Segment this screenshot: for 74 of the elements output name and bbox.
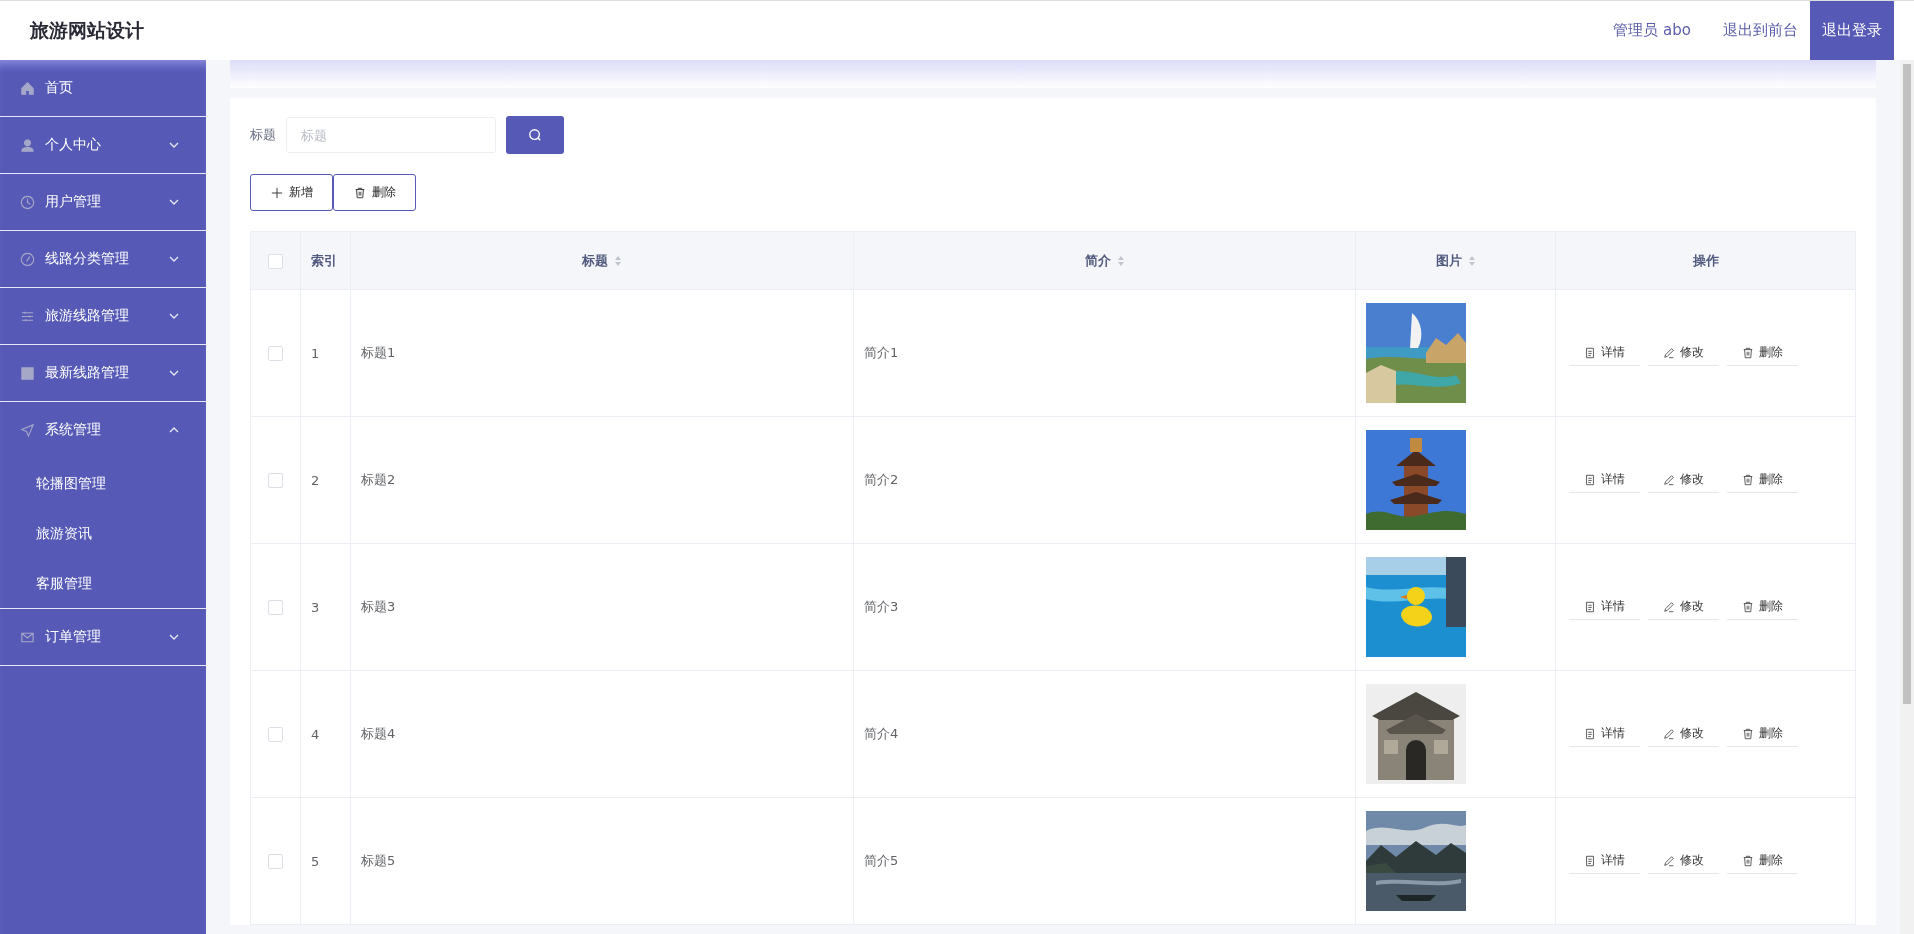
- table-cell: 2: [311, 472, 320, 488]
- menu-item[interactable]: 个人中心: [0, 117, 206, 173]
- trash-icon: [1742, 600, 1754, 613]
- clock-icon: [20, 194, 35, 210]
- row-checkbox[interactable]: [268, 473, 283, 488]
- doc-icon: [1584, 854, 1596, 867]
- sort-icon[interactable]: [1116, 254, 1125, 267]
- menu-item[interactable]: 旅游线路管理: [0, 288, 206, 344]
- trash-icon: [1742, 346, 1754, 359]
- table-cell: 标题3: [361, 599, 396, 614]
- table-cell: 简介4: [864, 726, 899, 741]
- doc-icon: [1584, 473, 1596, 486]
- trash-icon: [1742, 727, 1754, 740]
- row-checkbox[interactable]: [268, 854, 283, 869]
- column-header: 标题: [582, 251, 608, 270]
- table-cell: 1: [311, 345, 320, 361]
- table-cell: 5: [311, 853, 320, 869]
- add-button[interactable]: 新增: [250, 174, 333, 211]
- submenu-item[interactable]: 轮播图管理: [0, 458, 206, 508]
- header-link[interactable]: 退出登录: [1810, 1, 1894, 60]
- row-checkbox[interactable]: [268, 600, 283, 615]
- menu-item[interactable]: 线路分类管理: [0, 231, 206, 287]
- trash-icon: [353, 186, 366, 199]
- column-header: 操作: [1692, 251, 1719, 270]
- search-label: 标题: [250, 126, 276, 144]
- trash-icon: [1742, 854, 1754, 867]
- table-cell: 4: [311, 726, 320, 742]
- table-cell: 标题5: [361, 853, 396, 868]
- pencil-icon: [1663, 727, 1675, 740]
- header-link[interactable]: 退出到前台: [1711, 1, 1810, 60]
- row-checkbox[interactable]: [268, 727, 283, 742]
- delete-button[interactable]: 删除: [333, 174, 416, 211]
- doc-icon: [1584, 600, 1596, 613]
- search-field[interactable]: 标题: [286, 117, 496, 153]
- search-button[interactable]: [506, 116, 564, 154]
- menu-item[interactable]: 订单管理: [0, 609, 206, 665]
- menu-item[interactable]: 最新线路管理: [0, 345, 206, 401]
- scrollbar-thumb[interactable]: [1903, 64, 1911, 704]
- select-all-checkbox[interactable]: [268, 253, 283, 269]
- search-icon: [528, 128, 542, 142]
- sort-icon[interactable]: [1467, 254, 1476, 267]
- site-title: 旅游网站设计: [29, 17, 144, 43]
- table-cell: 标题2: [361, 472, 396, 487]
- send-icon: [20, 422, 35, 438]
- table-cell: 简介3: [864, 599, 899, 614]
- scrollbar[interactable]: [1900, 60, 1914, 934]
- menu-item[interactable]: 用户管理: [0, 174, 206, 230]
- menu-item[interactable]: 系统管理: [0, 402, 206, 458]
- admin-name: 管理员 abo: [1613, 21, 1691, 40]
- table-cell: 简介1: [864, 345, 899, 360]
- row-checkbox[interactable]: [268, 346, 283, 361]
- pencil-icon: [1663, 600, 1675, 613]
- column-header: 简介: [1084, 251, 1111, 270]
- submenu-item[interactable]: 旅游资讯: [0, 508, 206, 558]
- doc-icon: [1584, 346, 1596, 359]
- menu-item[interactable]: 首页: [0, 60, 206, 116]
- sort-icon[interactable]: [614, 254, 622, 267]
- table-cell: 简介5: [864, 853, 899, 868]
- compass-icon: [20, 251, 35, 267]
- column-header: 图片: [1435, 251, 1462, 270]
- user-icon: [20, 137, 35, 153]
- pencil-icon: [1663, 346, 1675, 359]
- table-cell: 标题4: [361, 726, 396, 741]
- table-cell: 标题1: [361, 345, 396, 360]
- pencil-icon: [1663, 473, 1675, 486]
- submenu-item[interactable]: 客服管理: [0, 558, 206, 608]
- home-icon: [20, 80, 35, 96]
- plus-icon: [270, 186, 283, 199]
- table-cell: 简介2: [864, 472, 899, 487]
- table-cell: 3: [311, 599, 320, 615]
- trash-icon: [1742, 473, 1754, 486]
- pencil-icon: [1663, 854, 1675, 867]
- doc-icon: [1584, 727, 1596, 740]
- column-header: 索引: [311, 251, 337, 270]
